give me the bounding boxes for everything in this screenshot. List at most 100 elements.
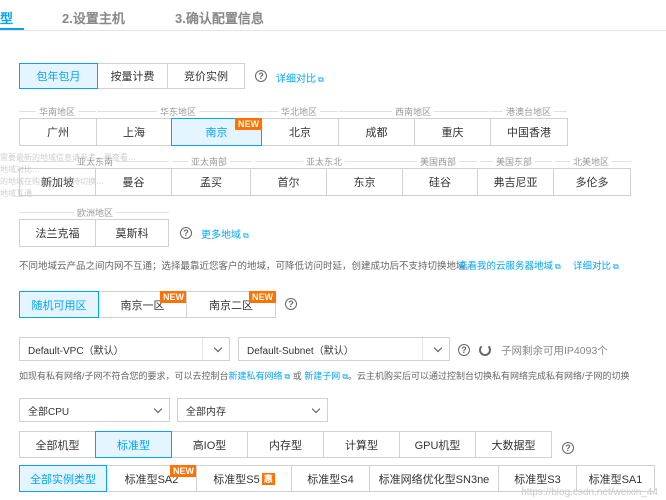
new-badge: NEW (249, 291, 276, 303)
create-vpc-link[interactable]: 新建私有网络 (229, 371, 283, 381)
billing-monthly-button[interactable]: 包年包月 (19, 63, 98, 89)
family-high-io[interactable]: 高IO型 (171, 431, 248, 458)
region-hongkong[interactable]: 中国香港 (490, 118, 568, 146)
zone-nanjing-1[interactable]: 南京一区 NEW (98, 291, 187, 318)
watermark: https://blog.csdn.net/weixin_44 (521, 487, 658, 498)
billing-help-icon[interactable]: ? (255, 70, 267, 82)
region-chengdu[interactable]: 成都 (338, 118, 415, 146)
type-all[interactable]: 全部实例类型 (19, 465, 107, 492)
zone-help-icon[interactable]: ? (285, 298, 297, 310)
family-gpu[interactable]: GPU机型 (399, 431, 476, 458)
region-group-east-china: 华东地区 (157, 105, 200, 118)
region-notice: 不同地域云产品之间内网不互通；选择最靠近您客户的地域，可降低访问时延，创建成功后… (19, 261, 476, 272)
subnet-select[interactable]: Default-Subnet（默认） (238, 337, 450, 361)
type-s5-label: 标准型S5 (213, 473, 260, 486)
chevron-down-icon (311, 404, 321, 414)
cpu-filter-value: 全部CPU (28, 406, 70, 418)
region-group-hk-macau-taiwan: 港澳台地区 (503, 105, 555, 118)
family-all[interactable]: 全部机型 (19, 431, 96, 458)
external-link-icon: ⧉ (318, 75, 324, 84)
region-group-north-america: 北美地区 (570, 155, 613, 168)
zone-nanjing-2-label: 南京二区 (209, 299, 253, 312)
type-s4[interactable]: 标准型S4 (291, 465, 370, 492)
new-badge: NEW (170, 465, 197, 477)
new-badge: NEW (235, 118, 262, 130)
type-s5[interactable]: 标准型S5 惠 (196, 465, 292, 492)
region-group-south-china: 华南地区 (36, 105, 79, 118)
region-toronto[interactable]: 多伦多 (553, 168, 631, 196)
header-divider (0, 30, 666, 31)
discount-badge: 惠 (261, 472, 275, 485)
region-group-europe: 欧洲地区 (74, 206, 117, 219)
overlay-line: 地域对比… (0, 165, 40, 174)
region-tokyo[interactable]: 东京 (326, 168, 403, 196)
zone-nanjing-2[interactable]: 南京二区 NEW (186, 291, 276, 318)
vpc-select-value: Default-VPC（默认） (28, 345, 124, 357)
cpu-filter-select[interactable]: 全部CPU (19, 398, 170, 422)
family-compute[interactable]: 计算型 (323, 431, 400, 458)
chevron-down-icon (213, 343, 223, 353)
region-chongqing[interactable]: 重庆 (414, 118, 491, 146)
region-compare-link[interactable]: 详细对比 ⧉ (573, 258, 619, 272)
region-nanjing-label: 南京 (205, 127, 228, 139)
network-hint-suffix: 。云主机购买后可以通过控制台切换私有网络完成私有网络/子网的切换 (348, 371, 630, 381)
family-memory[interactable]: 内存型 (247, 431, 324, 458)
family-big-data[interactable]: 大数据型 (475, 431, 552, 458)
region-beijing[interactable]: 北京 (261, 118, 339, 146)
memory-filter-value: 全部内存 (186, 406, 226, 418)
network-hint: 如现有私有网络/子网不符合您的要求，可以去控制台新建私有网络 ⧉ 或 新建子网 ⧉。… (19, 369, 630, 382)
region-shanghai[interactable]: 上海 (96, 118, 172, 146)
external-link-icon: ⧉ (613, 262, 619, 271)
region-virginia[interactable]: 弗吉尼亚 (477, 168, 554, 196)
active-step-indicator (0, 28, 24, 30)
region-group-us-east: 美国东部 (493, 155, 536, 168)
more-regions-link[interactable]: 更多地域 ⧉ (201, 226, 249, 241)
external-link-icon: ⧉ (284, 372, 291, 381)
external-link-icon: ⧉ (243, 231, 249, 240)
overlay-line: 需要最新的地域信息请参考…要查看… (0, 153, 136, 162)
step-1-tab[interactable]: 型 (0, 8, 13, 27)
region-nanjing[interactable]: 南京 NEW (171, 118, 262, 146)
region-silicon-valley[interactable]: 硅谷 (402, 168, 478, 196)
subnet-select-value: Default-Subnet（默认） (247, 345, 354, 357)
network-help-icon[interactable]: ? (458, 344, 470, 356)
region-group-asia-ne: 亚太东北 (303, 155, 346, 168)
subnet-ip-remaining: 子网剩余可用IP4093个 (501, 345, 608, 357)
billing-compare-link[interactable]: 详细对比 ⧉ (276, 70, 324, 85)
zone-nanjing-1-label: 南京一区 (120, 299, 165, 312)
network-hint-prefix: 如现有私有网络/子网不符合您的要求，可以去控制台 (19, 371, 229, 381)
step-3-tab[interactable]: 3.确认配置信息 (175, 8, 264, 27)
create-subnet-link[interactable]: 新建子网 (304, 371, 340, 381)
vpc-select[interactable]: Default-VPC（默认） (19, 337, 230, 361)
network-hint-or: 或 (292, 371, 302, 381)
region-moscow[interactable]: 莫斯科 (95, 219, 169, 247)
region-help-icon[interactable]: ? (180, 227, 192, 239)
chevron-down-icon (153, 404, 163, 414)
region-group-asia-south: 亚太南部 (188, 155, 231, 168)
overlay-line: 地域互通… (0, 189, 40, 198)
memory-filter-select[interactable]: 全部内存 (177, 398, 328, 422)
billing-spot-button[interactable]: 竞价实例 (167, 63, 245, 89)
overlay-line: 的地域在购买后不支持切换… (0, 177, 104, 186)
billing-payg-button[interactable]: 按量计费 (97, 63, 168, 89)
type-sn3ne[interactable]: 标准网络优化型SN3ne (369, 465, 499, 492)
type-sa2[interactable]: 标准型SA2 NEW (106, 465, 197, 492)
region-group-southwest-china: 西南地区 (392, 105, 435, 118)
new-badge: NEW (160, 291, 187, 303)
select-divider (422, 338, 423, 360)
region-group-us-west: 美国西部 (417, 155, 460, 168)
zone-random[interactable]: 随机可用区 (19, 291, 99, 318)
family-help-icon[interactable]: ? (562, 442, 574, 454)
refresh-icon[interactable] (479, 344, 491, 356)
region-group-north-china: 华北地区 (278, 105, 321, 118)
region-guangzhou[interactable]: 广州 (19, 118, 97, 146)
my-servers-region-link[interactable]: 查看我的云服务器地域 ⧉ (458, 258, 561, 272)
region-mumbai[interactable]: 孟买 (171, 168, 251, 196)
family-standard[interactable]: 标准型 (95, 431, 172, 458)
external-link-icon: ⧉ (555, 262, 561, 271)
region-seoul[interactable]: 首尔 (250, 168, 327, 196)
chevron-down-icon (433, 343, 443, 353)
region-frankfurt[interactable]: 法兰克福 (19, 219, 96, 247)
select-divider (202, 338, 203, 360)
step-2-tab[interactable]: 2.设置主机 (62, 8, 125, 27)
